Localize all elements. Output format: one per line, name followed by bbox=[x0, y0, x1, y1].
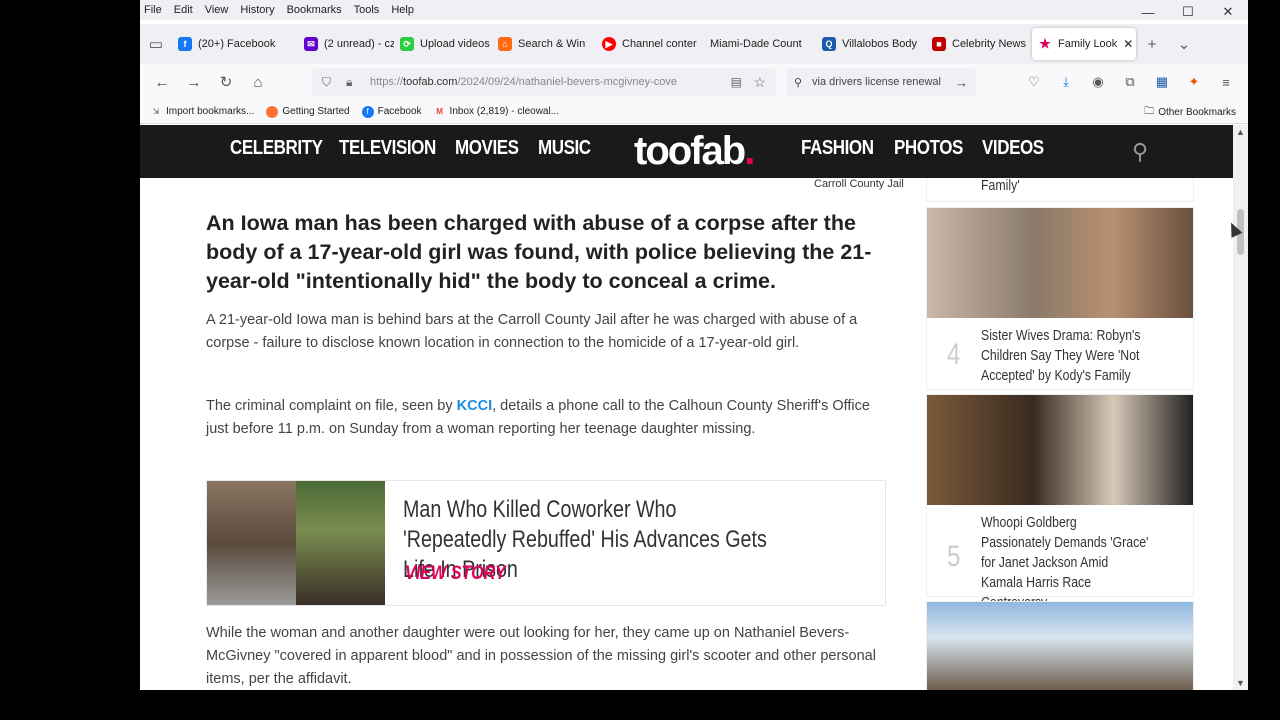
mugshot-image bbox=[207, 481, 296, 605]
tab-channel[interactable]: ▶ Channel conter bbox=[596, 28, 704, 60]
nav-music[interactable]: MUSIC bbox=[538, 137, 591, 160]
menu-history[interactable]: History bbox=[240, 4, 274, 16]
nav-celebrity[interactable]: CELEBRITY bbox=[230, 137, 323, 160]
menu-hamburger-icon[interactable]: ≡ bbox=[1210, 68, 1242, 96]
toofab-logo[interactable]: toofab. bbox=[634, 129, 755, 174]
nav-movies[interactable]: MOVIES bbox=[455, 137, 519, 160]
next-story-thumbnail bbox=[927, 602, 1193, 690]
menu-bookmarks[interactable]: Bookmarks bbox=[287, 4, 342, 16]
facebook-icon: f bbox=[361, 105, 374, 118]
shield-icon[interactable]: ⛉ bbox=[322, 75, 331, 90]
firefox-icon bbox=[266, 105, 279, 118]
menu-bar: File Edit View History Bookmarks Tools H… bbox=[140, 0, 1248, 20]
news-icon: Q bbox=[822, 37, 836, 51]
extension-mic-icon[interactable]: ✦ bbox=[1178, 68, 1210, 96]
download-icon[interactable]: ⤓ bbox=[1050, 68, 1082, 96]
menu-tools[interactable]: Tools bbox=[354, 4, 380, 16]
tab-miami-dade[interactable]: Miami-Dade Count bbox=[704, 28, 816, 60]
view-story-link[interactable]: VIEW STORY bbox=[405, 563, 506, 585]
scroll-up-icon[interactable]: ▲ bbox=[1236, 127, 1245, 137]
extension-badge-icon[interactable]: ▦ bbox=[1146, 68, 1178, 96]
nav-videos[interactable]: VIDEOS bbox=[982, 137, 1044, 160]
menu-help[interactable]: Help bbox=[391, 4, 414, 16]
related-story-card[interactable]: Man Who Killed Coworker Who 'Repeatedly … bbox=[206, 480, 886, 606]
sidebar-item-prev[interactable]: Family' bbox=[926, 177, 1194, 202]
sidebar-item-5[interactable]: 5 Whoopi Goldberg Passionately Demands '… bbox=[926, 394, 1194, 611]
home-icon[interactable]: ⌂ bbox=[242, 68, 274, 96]
folder-icon: 🗀︎ bbox=[1144, 105, 1155, 117]
kcci-link[interactable]: KCCI bbox=[457, 398, 492, 414]
bookmark-star-icon[interactable]: ☆ bbox=[753, 74, 766, 91]
tab-mail[interactable]: ✉ (2 unread) - cze bbox=[298, 28, 394, 60]
mail-icon: ✉ bbox=[304, 37, 318, 51]
reload-icon[interactable]: ↻ bbox=[210, 68, 242, 96]
search-icon: ⚲ bbox=[794, 76, 803, 89]
tab-villalobos[interactable]: Q Villalobos Body bbox=[816, 28, 926, 60]
site-nav: CELEBRITY TELEVISION MOVIES MUSIC toofab… bbox=[140, 125, 1233, 178]
scroll-down-icon[interactable]: ▼ bbox=[1236, 678, 1245, 688]
youtube-icon: ▶ bbox=[602, 37, 616, 51]
list-tabs-chevron-down-icon[interactable]: ⌄ bbox=[1168, 30, 1200, 58]
search-win-icon: ⌂ bbox=[498, 37, 512, 51]
nav-television[interactable]: TELEVISION bbox=[339, 137, 436, 160]
tab-upload[interactable]: ⟳ Upload videos - bbox=[394, 28, 492, 60]
reader-view-icon[interactable]: ▤ bbox=[731, 75, 742, 89]
maximize-button[interactable]: ☐ bbox=[1168, 0, 1208, 24]
celeb-icon: ■ bbox=[932, 37, 946, 51]
article-paragraph-2: The criminal complaint on file, seen by … bbox=[206, 398, 870, 437]
menu-edit[interactable]: Edit bbox=[174, 4, 193, 16]
nav-fashion[interactable]: FASHION bbox=[801, 137, 874, 160]
back-arrow-icon[interactable]: ← bbox=[146, 68, 178, 96]
tab-overview-icon[interactable]: ▭ bbox=[140, 30, 172, 58]
menu-view[interactable]: View bbox=[205, 4, 229, 16]
close-window-button[interactable]: ✕ bbox=[1208, 0, 1248, 24]
tab-search-win[interactable]: ⌂ Search & Win bbox=[492, 28, 596, 60]
trending-sidebar: Family' 4 Sister Wives Drama: Robyn's Ch… bbox=[926, 177, 1194, 690]
web-page: CELEBRITY TELEVISION MOVIES MUSIC toofab… bbox=[140, 125, 1233, 690]
site-search-icon[interactable]: ⚲ bbox=[1132, 139, 1148, 165]
star-icon: ★ bbox=[1039, 36, 1051, 51]
navigation-bar: ← → ↻ ⌂ ⛉ 🔒︎ https://toofab.com/2024/09/… bbox=[140, 64, 1248, 100]
other-bookmarks[interactable]: 🗀︎ Other Bookmarks bbox=[1144, 100, 1236, 124]
bookmark-import[interactable]: ⇲ Import bookmarks... bbox=[150, 106, 255, 118]
account-icon[interactable]: ◉ bbox=[1082, 68, 1114, 96]
facebook-icon: f bbox=[178, 37, 192, 51]
page-scrollbar[interactable]: ▲ ▼ bbox=[1233, 125, 1248, 690]
toolbar-icons: ♡ ⤓ ◉ ⧉ ▦ ✦ ≡ bbox=[1018, 68, 1242, 96]
url-bar[interactable]: ⛉ 🔒︎ https://toofab.com/2024/09/24/natha… bbox=[312, 68, 776, 96]
tab-bar: ▭ f (20+) Facebook ✉ (2 unread) - cze ⟳ Upl… bbox=[140, 24, 1248, 64]
window-controls: — ☐ ✕ bbox=[1128, 0, 1248, 24]
forward-arrow-icon[interactable]: → bbox=[178, 68, 210, 96]
tab-family-look[interactable]: ★ Family Look ✕ bbox=[1032, 28, 1136, 60]
nav-photos[interactable]: PHOTOS bbox=[894, 137, 963, 160]
minimize-button[interactable]: — bbox=[1128, 0, 1168, 24]
close-tab-icon[interactable]: ✕ bbox=[1123, 37, 1133, 51]
tab-celebrity-news[interactable]: ■ Celebrity News bbox=[926, 28, 1032, 60]
bookmark-gmail[interactable]: M Inbox (2,819) - cleowal... bbox=[434, 106, 559, 118]
bookmark-facebook[interactable]: f Facebook bbox=[361, 105, 422, 118]
sister-wives-thumbnail bbox=[927, 208, 1193, 318]
lock-icon[interactable]: 🔒︎ bbox=[346, 75, 352, 90]
gmail-icon: M bbox=[436, 107, 443, 116]
photo-caption: Carroll County Jail bbox=[814, 178, 904, 190]
article-paragraph-3: While the woman and another daughter wer… bbox=[206, 625, 876, 687]
extensions-icon[interactable]: ⧉ bbox=[1114, 68, 1146, 96]
upload-icon: ⟳ bbox=[400, 37, 414, 51]
bookmarks-bar: ⇲ Import bookmarks... Getting Started f Fa… bbox=[140, 100, 1248, 124]
pocket-icon[interactable]: ♡ bbox=[1018, 68, 1050, 96]
bookmark-getting-started[interactable]: Getting Started bbox=[266, 105, 350, 118]
article-paragraph-1: A 21-year-old Iowa man is behind bars at… bbox=[206, 312, 858, 351]
import-icon: ⇲ bbox=[152, 107, 160, 116]
sidebar-item-6[interactable] bbox=[926, 601, 1194, 690]
whoopi-thumbnail bbox=[927, 395, 1193, 505]
search-input[interactable]: ⚲ via drivers license renewal → bbox=[786, 68, 976, 96]
browser-window: File Edit View History Bookmarks Tools H… bbox=[140, 0, 1248, 690]
sidebar-item-4[interactable]: 4 Sister Wives Drama: Robyn's Children S… bbox=[926, 207, 1194, 390]
go-arrow-icon[interactable]: → bbox=[955, 75, 968, 90]
article-headline: An Iowa man has been charged with abuse … bbox=[206, 211, 872, 293]
tab-facebook[interactable]: f (20+) Facebook bbox=[172, 28, 298, 60]
new-tab-button[interactable]: + bbox=[1136, 30, 1168, 58]
menu-file[interactable]: File bbox=[144, 4, 162, 16]
victim-photo-image bbox=[296, 481, 385, 605]
